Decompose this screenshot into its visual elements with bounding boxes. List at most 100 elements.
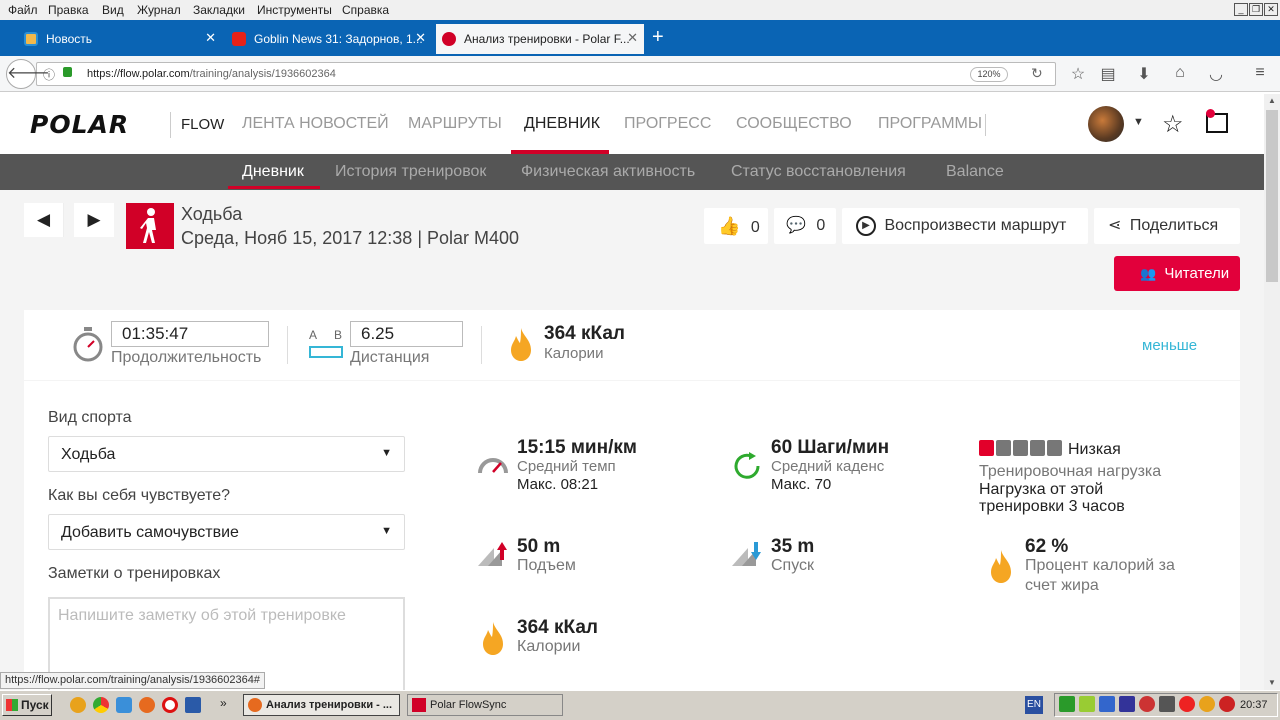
taskbar-task-firefox[interactable]: Анализ тренировки - ... <box>243 694 400 716</box>
notes-field-label: Заметки о тренировках <box>48 565 221 582</box>
nav-community[interactable]: СООБЩЕСТВО <box>736 115 852 133</box>
scroll-up-icon[interactable]: ▲ <box>1268 96 1276 105</box>
scrollbar-thumb[interactable] <box>1266 110 1278 282</box>
avatar[interactable] <box>1088 106 1124 142</box>
subnav-training-history[interactable]: История тренировок <box>335 163 486 181</box>
tab-title: Новость <box>46 32 93 46</box>
show-less-link[interactable]: меньше <box>1142 337 1197 354</box>
opera-icon[interactable] <box>162 697 178 713</box>
menu-tools[interactable]: Инструменты <box>257 3 332 17</box>
nav-progress[interactable]: ПРОГРЕСС <box>624 115 711 133</box>
next-session-button[interactable]: ▶ <box>74 203 114 237</box>
menu-file[interactable]: Файл <box>8 3 38 17</box>
polar-logo[interactable]: POLAR <box>30 110 129 139</box>
comment-button[interactable]: 💬 0 <box>774 208 836 244</box>
favorites-star-icon[interactable]: ☆ <box>1162 110 1184 139</box>
browser-tab-polar[interactable]: Анализ тренировки - Polar F... ✕ <box>436 24 644 54</box>
url-bar[interactable]: ⓘ https://flow.polar.com/training/analys… <box>36 62 1056 86</box>
language-indicator[interactable]: EN <box>1025 696 1043 714</box>
window-controls: _ ❐ ✕ <box>1233 1 1278 16</box>
distance-b-label: B <box>334 328 343 342</box>
save-icon[interactable] <box>185 697 201 713</box>
followers-button[interactable]: 👥 Читатели <box>1114 256 1240 291</box>
menu-bookmarks[interactable]: Закладки <box>193 3 245 17</box>
avast-icon[interactable] <box>70 697 86 713</box>
subnav-recovery-status[interactable]: Статус восстановления <box>731 163 906 181</box>
tray-app-icon[interactable] <box>1219 696 1235 712</box>
browser-tab-news[interactable]: Новость ✕ <box>18 24 222 54</box>
tray-app-icon[interactable] <box>1119 696 1135 712</box>
replay-route-button[interactable]: ▶ Воспроизвести маршрут <box>842 208 1088 244</box>
minimize-icon[interactable]: _ <box>1234 3 1248 16</box>
tray-app-icon[interactable] <box>1059 696 1075 712</box>
scroll-down-icon[interactable]: ▼ <box>1268 678 1276 687</box>
taskbar-more-icon[interactable]: » <box>220 696 227 710</box>
tray-app-icon[interactable] <box>1099 696 1115 712</box>
restore-icon[interactable]: ❐ <box>1249 3 1263 16</box>
menu-edit[interactable]: Правка <box>48 3 89 17</box>
feeling-select[interactable]: Добавить самочувствие ▼ <box>48 514 405 550</box>
subnav-balance[interactable]: Balance <box>946 163 1004 181</box>
tray-app-icon[interactable] <box>1139 696 1155 712</box>
training-load-level: Низкая <box>1068 441 1121 458</box>
duration-field[interactable]: 01:35:47 <box>111 321 269 347</box>
like-button[interactable]: 👍 0 <box>704 208 768 244</box>
dropdown-arrow-icon: ▼ <box>381 447 392 459</box>
nav-routes[interactable]: МАРШРУТЫ <box>408 115 502 133</box>
chrome-icon[interactable] <box>93 697 109 713</box>
tray-app-icon[interactable] <box>1199 696 1215 712</box>
subnav-activity[interactable]: Физическая активность <box>521 163 695 181</box>
status-url: https://flow.polar.com/training/analysis… <box>0 672 265 689</box>
pocket-icon[interactable]: ◡ <box>1206 64 1226 84</box>
subnav-diary[interactable]: Дневник <box>242 163 304 181</box>
training-load-segment <box>1030 440 1045 456</box>
browser-tab-youtube[interactable]: Goblin News 31: Задорнов, 1... ✕ <box>226 24 432 54</box>
zoom-indicator[interactable]: 120% <box>970 67 1008 82</box>
lock-icon <box>63 67 72 77</box>
tray-app-icon[interactable] <box>1159 696 1175 712</box>
close-tab-icon[interactable]: ✕ <box>627 30 638 46</box>
cadence-label: Средний каденс <box>771 458 885 475</box>
url-text[interactable]: https://flow.polar.com/training/analysis… <box>87 68 336 80</box>
followers-icon: 👥 <box>1140 266 1157 281</box>
tray-app-icon[interactable] <box>1179 696 1195 712</box>
reading-list-icon[interactable]: ▤ <box>1098 64 1118 84</box>
nav-diary[interactable]: ДНЕВНИК <box>524 115 600 133</box>
star-bookmark-icon[interactable]: ☆ <box>1068 64 1088 84</box>
menu-view[interactable]: Вид <box>102 3 124 17</box>
taskbar-task-flowsync[interactable]: Polar FlowSync <box>407 694 563 716</box>
pace-max: Макс. 08:21 <box>517 476 599 493</box>
play-circle-icon: ▶ <box>856 215 876 236</box>
sport-select[interactable]: Ходьба ▼ <box>48 436 405 472</box>
polar-favicon-icon <box>442 32 456 46</box>
reload-icon[interactable]: ↻ <box>1031 65 1043 82</box>
download-icon[interactable]: ⬇ <box>1134 64 1154 84</box>
distance-field[interactable]: 6.25 <box>350 321 463 347</box>
calories-flame-icon <box>483 622 503 655</box>
nav-news-feed[interactable]: ЛЕНТА НОВОСТЕЙ <box>242 115 389 133</box>
training-load-segment <box>1013 440 1028 456</box>
new-tab-icon[interactable]: + <box>652 26 664 49</box>
start-button[interactable]: Пуск <box>2 694 52 716</box>
nav-divider <box>985 114 986 136</box>
close-tab-icon[interactable]: ✕ <box>205 30 216 46</box>
news-favicon-icon <box>24 32 38 46</box>
previous-session-button[interactable]: ◀ <box>24 203 64 237</box>
close-tab-icon[interactable]: ✕ <box>415 30 426 46</box>
home-icon[interactable]: ⌂ <box>1170 64 1190 84</box>
network-icon[interactable] <box>116 697 132 713</box>
close-icon[interactable]: ✕ <box>1264 3 1278 16</box>
menu-help[interactable]: Справка <box>342 3 389 17</box>
distance-a-label: A <box>309 328 318 342</box>
share-button[interactable]: ⋖ Поделиться <box>1094 208 1240 244</box>
summary-divider <box>287 326 288 364</box>
tray-app-icon[interactable] <box>1079 696 1095 712</box>
back-button[interactable]: 🡐 <box>6 59 50 89</box>
firefox-icon[interactable] <box>139 697 155 713</box>
chevron-down-icon[interactable]: ▼ <box>1133 116 1144 128</box>
nav-programs[interactable]: ПРОГРАММЫ <box>878 115 982 133</box>
pace-label: Средний темп <box>517 458 616 475</box>
menu-history[interactable]: Журнал <box>137 3 181 17</box>
followers-label: Читатели <box>1164 265 1230 282</box>
hamburger-menu-icon[interactable]: ≡ <box>1250 64 1270 84</box>
